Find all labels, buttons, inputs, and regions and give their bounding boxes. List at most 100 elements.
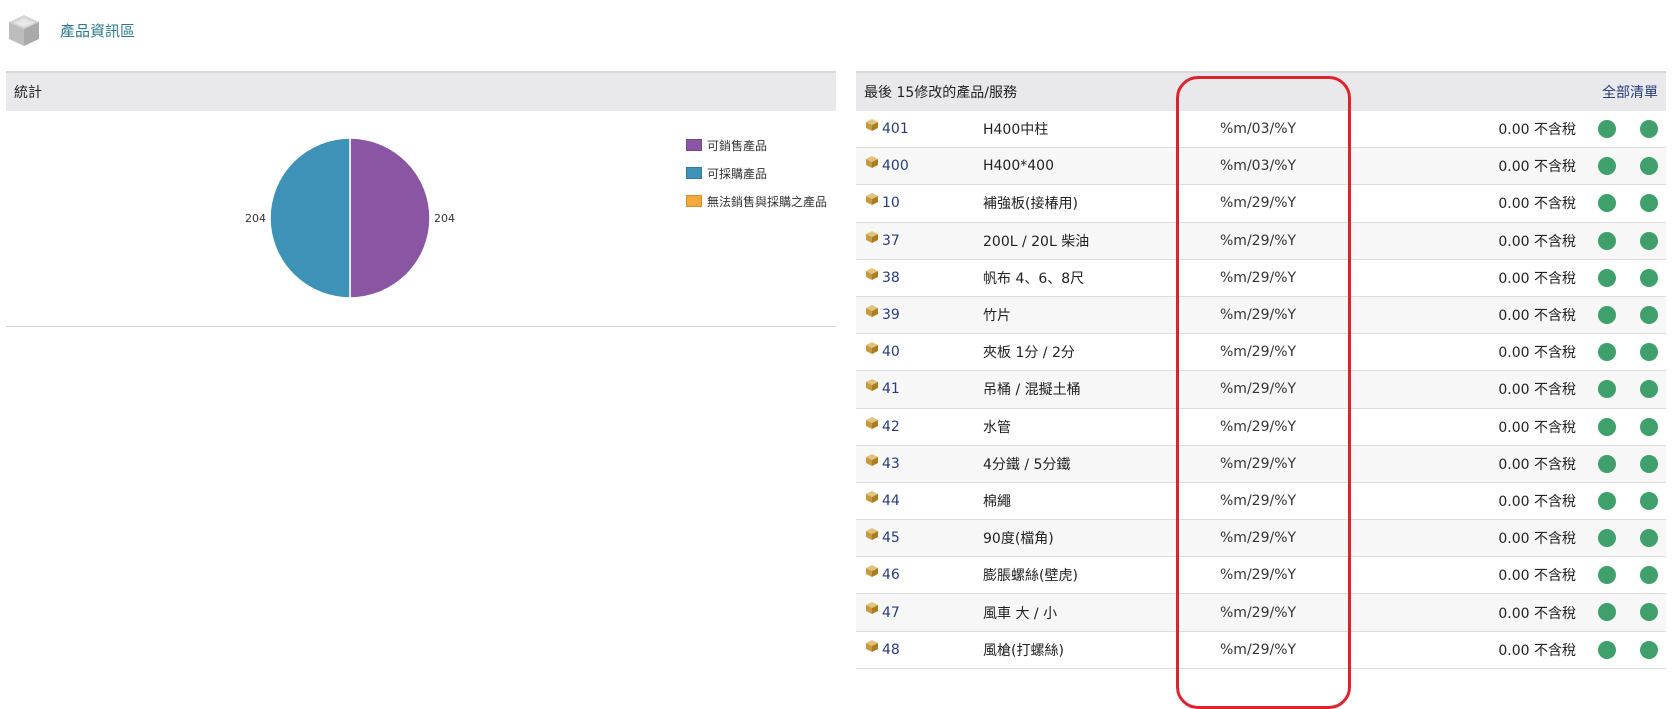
recent-products-title: 最後 15修改的產品/服務 [864, 85, 1017, 101]
on-sale-status-icon[interactable] [1598, 640, 1616, 659]
legend-label: 可銷售產品 [707, 138, 768, 153]
product-ref-link[interactable]: 401 [882, 121, 909, 137]
on-purchase-status-icon[interactable] [1640, 640, 1658, 659]
product-modified-date: %m/29/%Y [1220, 530, 1297, 547]
legend-item: 可採購產品 [686, 159, 827, 187]
on-sale-status-icon[interactable] [1598, 417, 1616, 436]
package-icon [866, 119, 878, 131]
product-label: 帆布 4、6、8尺 [983, 270, 1085, 287]
product-label: 4分鐵 / 5分鐵 [983, 456, 1071, 473]
on-purchase-status-icon[interactable] [1640, 231, 1658, 250]
product-ref-link[interactable]: 44 [882, 493, 900, 509]
product-row: 37 200L / 20L 柴油 %m/29/%Y 0.00 不含稅 [856, 222, 1666, 260]
package-icon [866, 230, 878, 243]
product-modified-date: %m/29/%Y [1220, 307, 1297, 324]
legend-swatch [686, 167, 702, 179]
full-list-link[interactable]: 全部清單 [1602, 82, 1658, 102]
package-icon [866, 528, 878, 541]
package-icon [866, 453, 878, 466]
on-purchase-status-icon[interactable] [1640, 268, 1658, 287]
product-row: 39 竹片 %m/29/%Y 0.00 不含稅 [856, 296, 1666, 335]
product-ref-link[interactable]: 37 [882, 233, 900, 249]
package-icon [866, 416, 878, 429]
on-purchase-status-icon[interactable] [1640, 157, 1658, 176]
stats-panel: 統計 204 204 可銷售產品 可採購產品 無法銷售與採購之產品 [6, 71, 836, 327]
product-label: 竹片 [983, 308, 1011, 325]
product-modified-date: %m/29/%Y [1220, 641, 1297, 658]
product-label: 200L / 20L 柴油 [983, 233, 1090, 250]
on-sale-status-icon[interactable] [1598, 491, 1616, 510]
product-ref-link[interactable]: 40 [882, 344, 900, 360]
product-row: 46 膨脹螺絲(壁虎) %m/29/%Y 0.00 不含稅 [856, 557, 1666, 595]
product-modified-date: %m/29/%Y [1220, 567, 1297, 584]
product-row: 43 4分鐵 / 5分鐵 %m/29/%Y 0.00 不含稅 [856, 445, 1666, 483]
product-ref-link[interactable]: 41 [882, 381, 900, 397]
on-sale-status-icon[interactable] [1598, 603, 1616, 622]
product-price: 0.00 不含稅 [1498, 308, 1576, 325]
package-icon [866, 304, 878, 317]
product-modified-date: %m/29/%Y [1220, 455, 1297, 472]
on-sale-status-icon[interactable] [1598, 566, 1616, 585]
product-label: 補強板(接椿用) [983, 196, 1078, 213]
legend-item: 無法銷售與採購之產品 [686, 187, 827, 215]
product-ref-link[interactable]: 400 [882, 158, 909, 174]
product-price: 0.00 不含稅 [1498, 382, 1576, 399]
product-label: H400中柱 [983, 122, 1049, 139]
recent-products-header: 最後 15修改的產品/服務 全部清單 [856, 71, 1666, 111]
on-purchase-status-icon[interactable] [1640, 417, 1658, 436]
product-row: 48 風槍(打螺絲) %m/29/%Y 0.00 不含稅 [856, 632, 1666, 669]
on-sale-status-icon[interactable] [1598, 305, 1616, 324]
product-ref-link[interactable]: 45 [882, 530, 900, 546]
on-purchase-status-icon[interactable] [1640, 305, 1658, 324]
product-price: 0.00 不含稅 [1498, 531, 1576, 548]
on-sale-status-icon[interactable] [1598, 120, 1616, 138]
product-label: 水管 [983, 419, 1011, 436]
product-ref-link[interactable]: 46 [882, 567, 900, 583]
on-sale-status-icon[interactable] [1598, 380, 1616, 399]
on-sale-status-icon[interactable] [1598, 157, 1616, 176]
product-row: 44 棉繩 %m/29/%Y 0.00 不含稅 [856, 483, 1666, 521]
product-row: 400 H400*400 %m/03/%Y 0.00 不含稅 [856, 148, 1666, 186]
on-purchase-status-icon[interactable] [1640, 343, 1658, 362]
product-modified-date: %m/03/%Y [1220, 158, 1297, 175]
package-icon [866, 639, 878, 652]
pie-slice [349, 137, 431, 299]
product-row: 42 水管 %m/29/%Y 0.00 不含稅 [856, 409, 1666, 446]
product-ref-link[interactable]: 47 [882, 605, 900, 621]
product-price: 0.00 不含稅 [1498, 605, 1576, 622]
product-ref-link[interactable]: 43 [882, 456, 900, 472]
product-ref-link[interactable]: 48 [882, 642, 900, 658]
recent-products-list: 401 H400中柱 %m/03/%Y 0.00 不含稅 400 H400*40… [856, 111, 1666, 669]
on-purchase-status-icon[interactable] [1640, 491, 1658, 510]
on-purchase-status-icon[interactable] [1640, 454, 1658, 473]
product-label: 風車 大 / 小 [983, 605, 1058, 622]
package-icon [866, 379, 878, 392]
package-icon [866, 602, 878, 615]
package-icon [866, 193, 878, 206]
on-purchase-status-icon[interactable] [1640, 194, 1658, 213]
on-purchase-status-icon[interactable] [1640, 380, 1658, 399]
on-sale-status-icon[interactable] [1598, 343, 1616, 362]
product-modified-date: %m/29/%Y [1220, 381, 1297, 398]
stats-title: 統計 [14, 85, 42, 101]
product-price: 0.00 不含稅 [1498, 270, 1576, 287]
product-label: 棉繩 [983, 493, 1011, 510]
product-ref-link[interactable]: 39 [882, 307, 900, 323]
legend-item: 可銷售產品 [686, 131, 827, 159]
on-purchase-status-icon[interactable] [1640, 603, 1658, 622]
on-purchase-status-icon[interactable] [1640, 529, 1658, 548]
on-purchase-status-icon[interactable] [1640, 566, 1658, 585]
product-price: 0.00 不含稅 [1498, 456, 1576, 473]
on-purchase-status-icon[interactable] [1640, 120, 1658, 138]
package-icon [866, 267, 878, 280]
product-ref-link[interactable]: 10 [882, 195, 900, 211]
on-sale-status-icon[interactable] [1598, 529, 1616, 548]
on-sale-status-icon[interactable] [1598, 231, 1616, 250]
on-sale-status-icon[interactable] [1598, 194, 1616, 213]
on-sale-status-icon[interactable] [1598, 454, 1616, 473]
package-icon [866, 156, 878, 169]
product-ref-link[interactable]: 42 [882, 419, 900, 435]
product-ref-link[interactable]: 38 [882, 270, 900, 286]
page-header: 產品資訊區 [6, 10, 135, 50]
on-sale-status-icon[interactable] [1598, 268, 1616, 287]
